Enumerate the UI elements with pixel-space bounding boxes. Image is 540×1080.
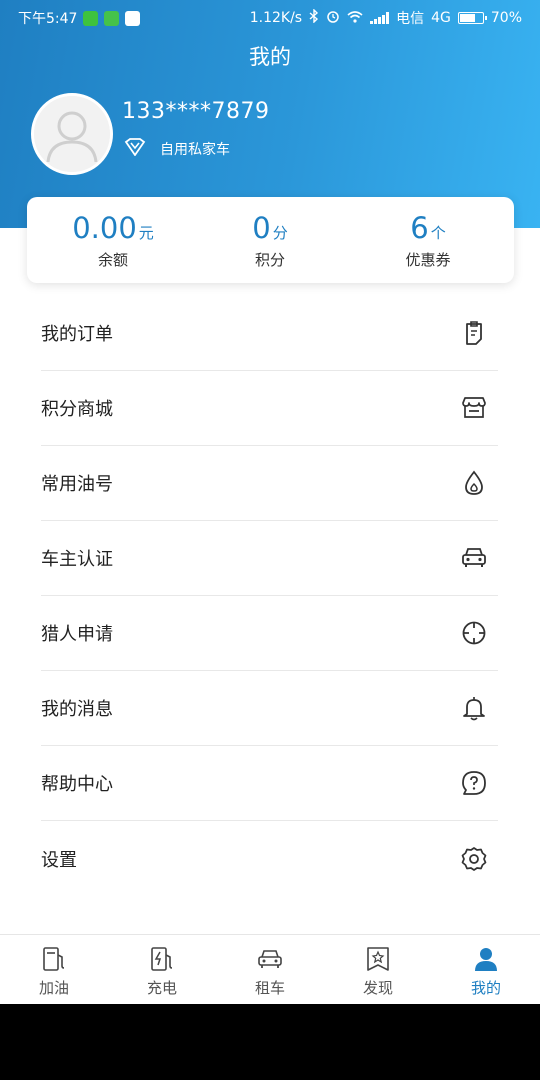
signal-icon bbox=[370, 12, 390, 24]
status-time: 下午5:47 bbox=[18, 11, 78, 27]
stat-unit: 个 bbox=[430, 224, 446, 242]
tab-mine[interactable]: 我的 bbox=[432, 935, 540, 1004]
user-phone: 133****7879 bbox=[122, 99, 270, 124]
stats-card: 0.00 元 余额 0分 积分 6个 优惠券 bbox=[27, 197, 514, 283]
tab-label: 租车 bbox=[254, 979, 285, 997]
stat-label: 余额 bbox=[97, 251, 128, 269]
bottom-tab-bar: 加油 充电 租车 发现 我的 bbox=[0, 934, 540, 1004]
stat-label: 积分 bbox=[254, 251, 285, 269]
menu-item-label: 帮助中心 bbox=[41, 774, 113, 795]
bookmark-star-icon bbox=[367, 947, 389, 971]
menu-list: 我的订单 积分商城 常用油号 车主认证 猎人申请 我的消息 帮助中心 设置 bbox=[41, 296, 498, 896]
menu-item-label: 我的订单 bbox=[41, 324, 113, 345]
bluetooth-icon bbox=[309, 8, 319, 27]
battery-icon bbox=[457, 12, 487, 24]
stat-label: 优惠券 bbox=[405, 251, 451, 269]
menu-item-label: 常用油号 bbox=[41, 474, 113, 495]
tab-discover[interactable]: 发现 bbox=[324, 935, 432, 1004]
avatar[interactable] bbox=[31, 93, 113, 175]
menu-item-label: 车主认证 bbox=[41, 549, 113, 570]
car-icon bbox=[258, 950, 282, 968]
status-bar: 下午5:47 1.12K/s 电信 4G 70% bbox=[0, 0, 540, 33]
network-speed: 1.12K/s bbox=[249, 10, 303, 26]
order-icon bbox=[466, 321, 482, 345]
stat-unit: 分 bbox=[272, 224, 288, 242]
battery-percent: 70% bbox=[490, 10, 522, 26]
menu-item-points-store[interactable]: 积分商城 bbox=[41, 371, 498, 446]
menu-item-fuel-type[interactable]: 常用油号 bbox=[41, 446, 498, 521]
tab-label: 我的 bbox=[470, 979, 501, 997]
diamond-icon bbox=[124, 138, 146, 160]
car-icon bbox=[462, 548, 486, 567]
stat-unit: 元 bbox=[138, 224, 154, 242]
gear-icon bbox=[461, 846, 487, 871]
menu-item-label: 设置 bbox=[41, 849, 77, 871]
menu-item-messages[interactable]: 我的消息 bbox=[41, 671, 498, 746]
app-screen: 下午5:47 1.12K/s 电信 4G 70% 我的 133****7879 … bbox=[0, 0, 540, 1004]
fuel-pump-icon bbox=[43, 947, 65, 971]
message-icon bbox=[104, 10, 120, 26]
page-title: 我的 bbox=[249, 45, 291, 69]
status-bar-right: 1.12K/s 电信 4G 70% bbox=[250, 8, 522, 28]
oil-drop-icon bbox=[465, 470, 483, 495]
qq-icon bbox=[125, 10, 141, 26]
stat-value: 0 bbox=[252, 211, 271, 245]
stat-balance[interactable]: 0.00 元 余额 bbox=[33, 211, 193, 270]
menu-item-owner-verify[interactable]: 车主认证 bbox=[41, 521, 498, 596]
vip-row: 自用私家车 bbox=[124, 138, 230, 160]
tab-label: 充电 bbox=[146, 979, 177, 997]
network-type: 4G bbox=[431, 10, 451, 26]
tab-charging[interactable]: 充电 bbox=[108, 935, 216, 1004]
stat-value: 0.00 bbox=[72, 211, 137, 245]
menu-item-settings[interactable]: 设置 bbox=[41, 821, 498, 896]
carrier: 电信 bbox=[396, 11, 425, 27]
wifi-icon bbox=[347, 10, 363, 27]
menu-item-help-center[interactable]: 帮助中心 bbox=[41, 746, 498, 821]
menu-item-hunter-apply[interactable]: 猎人申请 bbox=[41, 596, 498, 671]
tab-label: 发现 bbox=[362, 979, 393, 997]
stat-value: 6 bbox=[410, 211, 429, 245]
store-icon bbox=[462, 397, 486, 418]
menu-item-orders[interactable]: 我的订单 bbox=[41, 296, 498, 371]
help-icon bbox=[462, 771, 486, 795]
menu-item-label: 积分商城 bbox=[41, 399, 113, 420]
tab-fuel[interactable]: 加油 bbox=[0, 935, 108, 1004]
default-avatar-icon bbox=[34, 96, 110, 172]
menu-item-label: 猎人申请 bbox=[41, 624, 113, 645]
status-bar-left: 下午5:47 bbox=[18, 8, 141, 28]
charging-icon bbox=[151, 947, 173, 971]
person-icon bbox=[475, 948, 497, 971]
stat-coupons[interactable]: 6个 优惠券 bbox=[348, 211, 508, 270]
crosshair-icon bbox=[462, 621, 486, 645]
tab-label: 加油 bbox=[38, 979, 69, 997]
vip-label: 自用私家车 bbox=[160, 142, 230, 158]
stat-points[interactable]: 0分 积分 bbox=[190, 211, 350, 270]
tab-car-rental[interactable]: 租车 bbox=[216, 935, 324, 1004]
alarm-icon bbox=[326, 9, 340, 27]
bell-icon bbox=[463, 697, 485, 721]
menu-item-label: 我的消息 bbox=[41, 699, 113, 720]
wechat-icon bbox=[83, 10, 99, 26]
